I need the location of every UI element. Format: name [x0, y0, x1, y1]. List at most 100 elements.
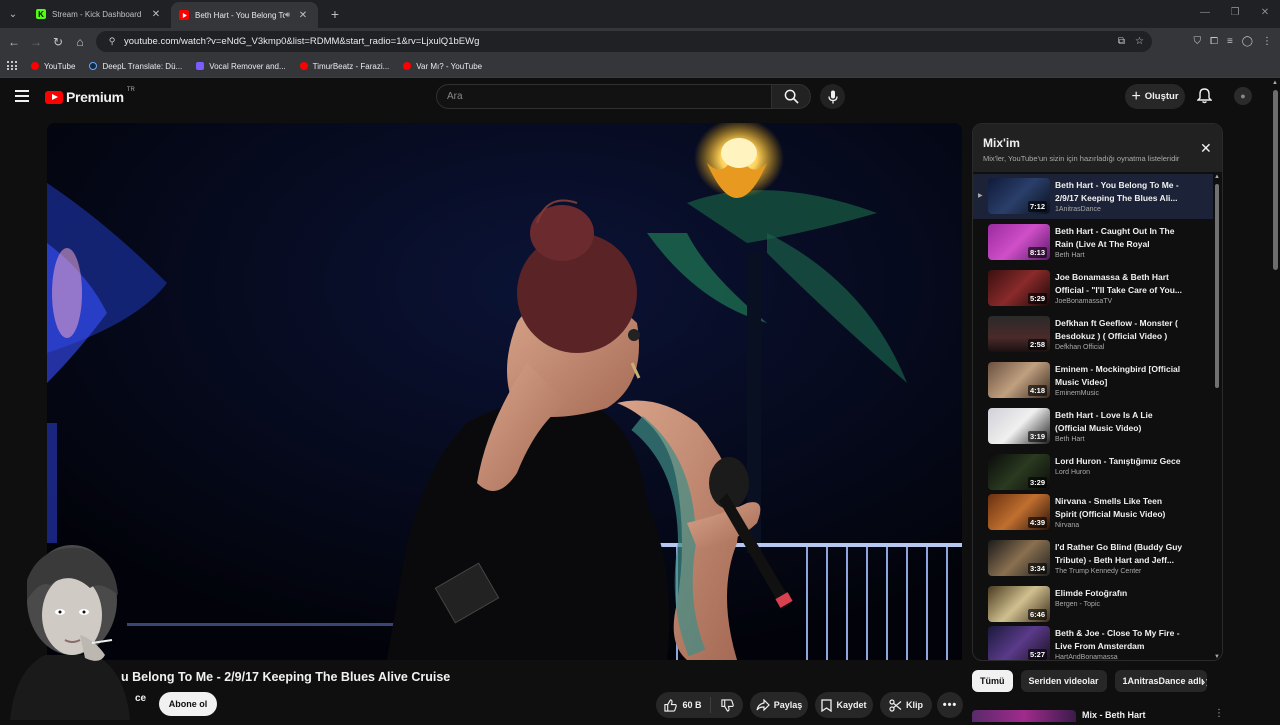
- forward-arrow-icon[interactable]: →: [25, 31, 47, 53]
- playlist-header: Mix'im Mix'ler, YouTube'un sizin için ha…: [973, 124, 1222, 172]
- video-thumbnail: 3:29: [988, 454, 1050, 490]
- playlist-scrollbar[interactable]: ▲ ▼: [1214, 174, 1220, 660]
- create-button[interactable]: + Oluştur: [1125, 84, 1185, 109]
- item-title: Joe Bonamassa & Beth Hart Official - "I'…: [1055, 272, 1182, 295]
- bookmark-deepl[interactable]: DeepL Translate: Dü...: [89, 62, 182, 71]
- scroll-up-icon[interactable]: ▲: [1272, 80, 1278, 86]
- like-dislike-group: 60 B: [656, 692, 743, 718]
- page-scrollbar[interactable]: ▲: [1270, 78, 1280, 720]
- new-tab-button[interactable]: +: [324, 6, 346, 22]
- maximize-button[interactable]: ❐: [1220, 0, 1250, 28]
- dislike-button[interactable]: [711, 698, 743, 712]
- apps-grid-icon[interactable]: [7, 61, 17, 71]
- close-icon[interactable]: ✕: [296, 10, 310, 21]
- close-icon[interactable]: ✕: [1200, 140, 1212, 157]
- item-title: Elimde Fotoğrafın: [1055, 588, 1128, 598]
- close-icon[interactable]: ✕: [149, 9, 163, 20]
- save-button[interactable]: Kaydet: [815, 692, 873, 718]
- shield-icon[interactable]: ⛉: [1193, 36, 1201, 47]
- minimize-button[interactable]: —: [1190, 0, 1220, 28]
- video-thumbnail: 8:13: [988, 224, 1050, 260]
- scissors-icon: [889, 698, 902, 712]
- subscribe-button[interactable]: Abone ol: [159, 692, 217, 716]
- playlist-item[interactable]: 8:13 Beth Hart - Caught Out In The Rain …: [973, 220, 1213, 265]
- browser-menu-icon[interactable]: ⋮: [1262, 36, 1272, 47]
- tab-title: Beth Hart - You Belong To M: [195, 10, 285, 20]
- menu-hamburger-icon[interactable]: [15, 90, 29, 102]
- bookmarks-bar: YouTube DeepL Translate: Dü... Vocal Rem…: [0, 55, 1280, 78]
- item-channel: HartAndBonamassa: [1055, 654, 1118, 661]
- install-app-icon[interactable]: ⧉: [1118, 36, 1125, 47]
- scroll-down-icon[interactable]: ▼: [1214, 654, 1220, 660]
- item-title: Lord Huron - Tanıştığımız Gece: [1055, 456, 1181, 466]
- search-button[interactable]: [771, 84, 811, 109]
- item-title: I'd Rather Go Blind (Buddy Guy Tribute) …: [1055, 542, 1183, 565]
- kick-icon: K: [36, 9, 46, 19]
- url-text[interactable]: youtube.com/watch?v=eNdG_V3kmp0&list=RDM…: [124, 36, 479, 47]
- bookmark-var-mi[interactable]: Var Mı? - YouTube: [403, 62, 482, 71]
- chevron-right-icon[interactable]: ›: [1201, 674, 1205, 689]
- tab-youtube-video[interactable]: Beth Hart - You Belong To M 🔊︎ ✕: [171, 2, 318, 28]
- bookmark-timurbeatz[interactable]: TimurBeatz - Farazi...: [299, 62, 389, 71]
- clip-button[interactable]: Klip: [880, 692, 932, 718]
- profile-icon[interactable]: ◯: [1242, 36, 1253, 47]
- reload-icon[interactable]: ↻: [47, 31, 69, 53]
- youtube-icon: [179, 10, 189, 20]
- bookmark-vocal-remover[interactable]: Vocal Remover and...: [196, 62, 286, 71]
- channel-name[interactable]: ce: [135, 693, 146, 704]
- scrollbar-thumb[interactable]: [1273, 90, 1278, 270]
- playlist-item[interactable]: 3:29 Lord Huron - Tanıştığımız Gece Lord…: [973, 450, 1213, 495]
- tab-kick-dashboard[interactable]: K Stream - Kick Dashboard ✕: [28, 0, 171, 28]
- playlist-item[interactable]: ▶ 7:12 Beth Hart - You Belong To Me - 2/…: [973, 174, 1213, 219]
- playlist-item[interactable]: 3:34 I'd Rather Go Blind (Buddy Guy Trib…: [973, 536, 1213, 581]
- voice-search-button[interactable]: [820, 84, 845, 109]
- item-title: Beth Hart - You Belong To Me - 2/9/17 Ke…: [1055, 180, 1179, 203]
- tab-search-chevron-icon[interactable]: ⌄: [1, 0, 25, 28]
- playlist-item[interactable]: 5:29 Joe Bonamassa & Beth Hart Official …: [973, 266, 1213, 311]
- extensions-puzzle-icon[interactable]: ⧠: [1210, 36, 1218, 47]
- browser-tab-bar: ⌄ K Stream - Kick Dashboard ✕ Beth Hart …: [0, 0, 1280, 28]
- youtube-premium-logo[interactable]: Premium TR: [45, 87, 135, 105]
- duration-badge: 7:12: [1027, 201, 1047, 212]
- chip-channel[interactable]: 1AnitrasDance adlı y: [1114, 670, 1207, 692]
- chip-series-videos[interactable]: Seriden videolar: [1020, 670, 1107, 692]
- playlist-item[interactable]: 3:19 Beth Hart - Love Is A Lie (Official…: [973, 404, 1213, 449]
- thumbs-up-icon: [664, 698, 678, 712]
- more-horizontal-icon: •••: [942, 699, 958, 711]
- address-bar[interactable]: ⚲ youtube.com/watch?v=eNdG_V3kmp0&list=R…: [96, 31, 1152, 52]
- search-input[interactable]: [437, 85, 771, 108]
- playlist-item[interactable]: 4:39 Nirvana - Smells Like Teen Spirit (…: [973, 490, 1213, 535]
- browser-toolbar: ← → ↻ ⌂ ⚲ youtube.com/watch?v=eNdG_V3kmp…: [0, 28, 1280, 55]
- video-thumbnail: 2:58: [988, 316, 1050, 352]
- media-controls-icon[interactable]: ≡: [1227, 36, 1233, 47]
- like-button[interactable]: 60 B: [656, 697, 711, 713]
- notifications-bell-icon[interactable]: [1196, 88, 1213, 109]
- item-title: Beth Hart - Caught Out In The Rain (Live…: [1055, 226, 1175, 249]
- home-icon[interactable]: ⌂: [69, 31, 91, 53]
- duration-badge: 8:13: [1027, 247, 1047, 258]
- scroll-up-icon[interactable]: ▲: [1214, 174, 1220, 180]
- chip-all[interactable]: Tümü: [972, 670, 1013, 692]
- video-player[interactable]: [47, 123, 962, 660]
- video-thumbnail: 4:39: [988, 494, 1050, 530]
- account-avatar[interactable]: ●: [1234, 87, 1252, 105]
- video-thumbnail: 4:18: [988, 362, 1050, 398]
- bookmark-youtube[interactable]: YouTube: [31, 62, 75, 71]
- more-actions-button[interactable]: •••: [937, 692, 963, 718]
- share-button[interactable]: Paylaş: [750, 692, 808, 718]
- related-item[interactable]: Mix - Beth Hart ⋮: [972, 706, 1224, 722]
- video-thumbnail: [972, 710, 1076, 722]
- bookmark-star-icon[interactable]: ☆: [1135, 36, 1144, 47]
- clip-label: Klip: [906, 700, 923, 710]
- playlist-item[interactable]: 5:27 Beth & Joe - Close To My Fire - Liv…: [973, 622, 1213, 661]
- speaker-icon[interactable]: 🔊︎: [285, 10, 290, 20]
- window-close-button[interactable]: ✕: [1250, 0, 1280, 28]
- scrollbar-thumb[interactable]: [1215, 184, 1219, 388]
- back-arrow-icon[interactable]: ←: [3, 31, 25, 53]
- site-info-icon[interactable]: ⚲: [102, 36, 122, 47]
- playlist-item[interactable]: 2:58 Defkhan ft Geeflow - Monster ( Besd…: [973, 312, 1213, 357]
- playlist-item[interactable]: 6:46 Elimde Fotoğrafın Bergen - Topic: [973, 582, 1213, 627]
- more-vertical-icon[interactable]: ⋮: [1214, 708, 1224, 719]
- thumbs-down-icon: [720, 698, 734, 712]
- playlist-item[interactable]: 4:18 Eminem - Mockingbird [Official Musi…: [973, 358, 1213, 403]
